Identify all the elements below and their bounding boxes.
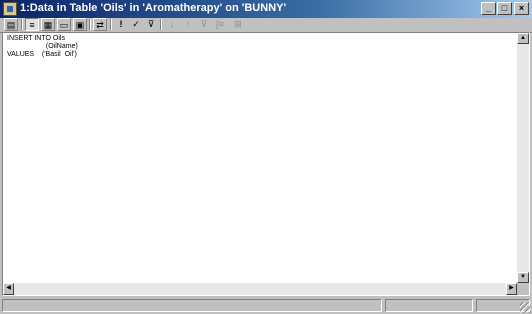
window-title: 1:Data in Table 'Oils' in 'Aromatherapy'…: [20, 2, 287, 14]
scroll-left-button[interactable]: ◀: [3, 283, 14, 295]
sql-text[interactable]: INSERT INTO Oils (OilName) VALUES ('Basi…: [7, 35, 78, 59]
toolbar-separator: [89, 19, 91, 30]
properties-icon[interactable]: ▤: [4, 18, 18, 31]
run-icon[interactable]: !: [114, 18, 128, 31]
toolbar-separator: [21, 19, 23, 30]
app-icon[interactable]: [3, 2, 17, 16]
status-panel-main: [2, 299, 382, 312]
scroll-up-button[interactable]: ▲: [517, 33, 529, 44]
minimize-button[interactable]: _: [481, 2, 496, 15]
verify-sql-icon[interactable]: ✓: [129, 18, 143, 31]
vertical-scrollbar[interactable]: ▲ ▼: [517, 33, 529, 283]
grid-pane-icon[interactable]: ▦: [41, 18, 55, 31]
horizontal-scrollbar[interactable]: ◀ ▶: [3, 283, 517, 295]
remove-filter-icon-2[interactable]: ⊽: [197, 18, 211, 31]
sort-ascending-icon[interactable]: ↓: [165, 18, 179, 31]
title-bar[interactable]: 1:Data in Table 'Oils' in 'Aromatherapy'…: [0, 0, 532, 18]
toolbar: ▤ ≡ ▦ ▭ ▣ ⇄ ! ✓ ⊽ ↓ ↑ ⊽ [≡ ⊞: [0, 18, 532, 33]
resize-grip[interactable]: [520, 302, 531, 313]
sql-editor[interactable]: INSERT INTO Oils (OilName) VALUES ('Basi…: [2, 32, 530, 296]
remove-filter-icon[interactable]: ⊽: [144, 18, 158, 31]
diagram-pane-icon[interactable]: ▭: [57, 18, 71, 31]
scrollbar-corner: [517, 283, 529, 295]
scroll-right-button[interactable]: ▶: [506, 283, 517, 295]
status-panel-2: [385, 299, 473, 312]
change-type-icon[interactable]: ⇄: [93, 18, 107, 31]
add-table-icon[interactable]: ⊞: [231, 18, 245, 31]
sort-descending-icon[interactable]: ↑: [181, 18, 195, 31]
scroll-down-button[interactable]: ▼: [517, 272, 529, 283]
group-by-icon[interactable]: [≡: [213, 18, 227, 31]
close-button[interactable]: ×: [514, 2, 529, 15]
status-bar: [0, 297, 532, 314]
results-pane-icon[interactable]: ▣: [73, 18, 87, 31]
sql-pane-icon[interactable]: ≡: [25, 18, 39, 31]
toolbar-separator: [110, 19, 112, 30]
maximize-button[interactable]: □: [497, 2, 512, 15]
toolbar-separator: [160, 19, 162, 30]
